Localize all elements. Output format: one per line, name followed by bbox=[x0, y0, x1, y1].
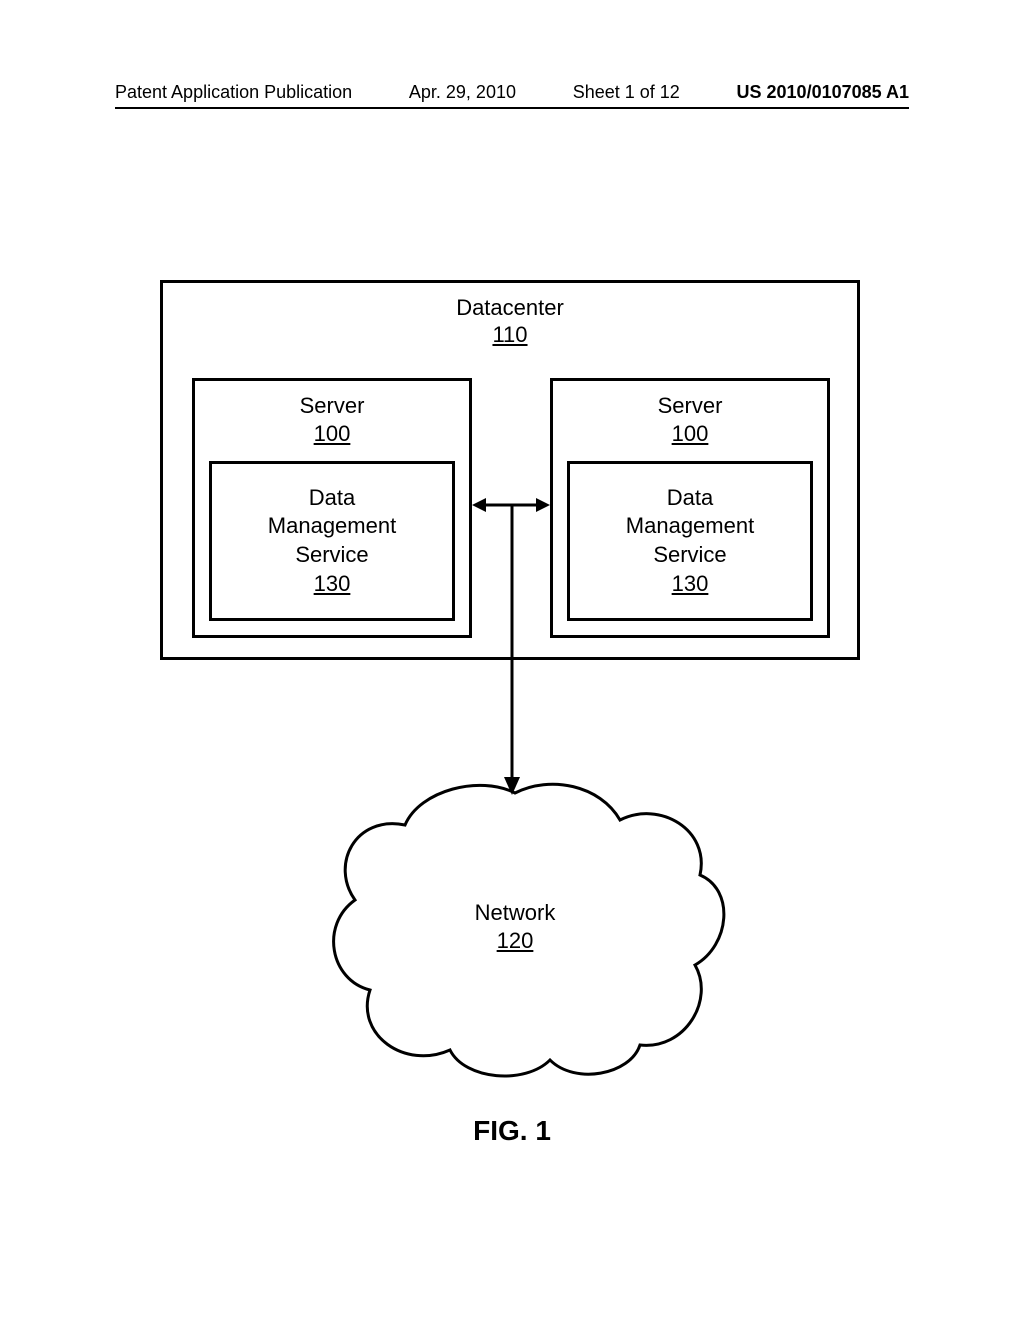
figure-caption: FIG. 1 bbox=[0, 1115, 1024, 1147]
dms-line3: Service bbox=[295, 541, 368, 570]
patent-figure-page: Patent Application Publication Apr. 29, … bbox=[0, 0, 1024, 1320]
datacenter-ref-num: 110 bbox=[160, 322, 860, 348]
server-ref-num: 100 bbox=[195, 421, 469, 447]
dms-line2: Management bbox=[626, 512, 754, 541]
sheet-number: Sheet 1 of 12 bbox=[573, 82, 680, 103]
server-label: Server bbox=[195, 393, 469, 419]
dms-line1: Data bbox=[667, 484, 713, 513]
dms-ref-num: 130 bbox=[672, 570, 709, 599]
server-box-right: Server 100 Data Management Service 130 bbox=[550, 378, 830, 638]
server-box-left: Server 100 Data Management Service 130 bbox=[192, 378, 472, 638]
dms-ref-num: 130 bbox=[314, 570, 351, 599]
down-arrow-icon bbox=[500, 505, 524, 795]
dms-line3: Service bbox=[653, 541, 726, 570]
network-ref-num: 120 bbox=[300, 928, 730, 954]
publication-date: Apr. 29, 2010 bbox=[409, 82, 516, 103]
dms-line2: Management bbox=[268, 512, 396, 541]
publication-label: Patent Application Publication bbox=[115, 82, 352, 103]
page-header: Patent Application Publication Apr. 29, … bbox=[115, 82, 909, 109]
dms-box-left: Data Management Service 130 bbox=[209, 461, 455, 621]
datacenter-label: Datacenter bbox=[160, 295, 860, 321]
server-label: Server bbox=[553, 393, 827, 419]
network-label: Network bbox=[300, 900, 730, 926]
dms-box-right: Data Management Service 130 bbox=[567, 461, 813, 621]
server-ref-num: 100 bbox=[553, 421, 827, 447]
document-number: US 2010/0107085 A1 bbox=[737, 82, 909, 103]
dms-line1: Data bbox=[309, 484, 355, 513]
